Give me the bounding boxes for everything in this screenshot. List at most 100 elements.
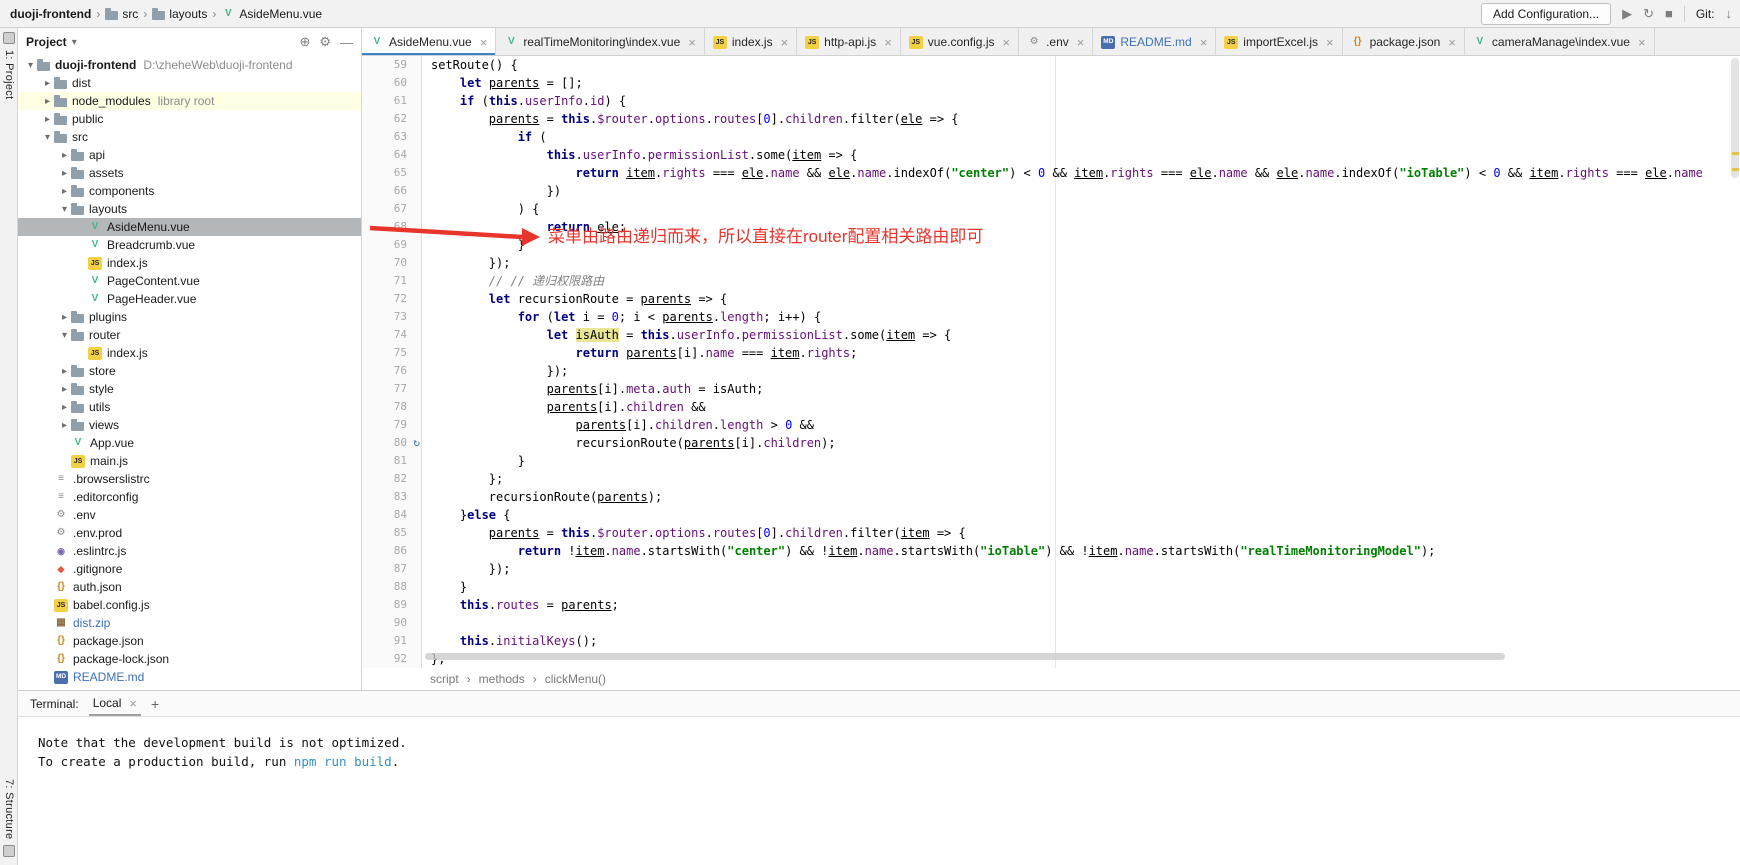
line-number-74[interactable]: 74 (362, 326, 421, 344)
tab-http-api.js[interactable]: JShttp-api.js× (797, 28, 901, 56)
code-line-81[interactable]: } (423, 452, 1740, 470)
terminal-output[interactable]: Note that the development build is not o… (18, 717, 1740, 771)
tab-.env[interactable]: ⚙.env× (1019, 28, 1093, 56)
tree-item-assets[interactable]: ▸assets (18, 164, 361, 182)
line-number-78[interactable]: 78 (362, 398, 421, 416)
line-number-83[interactable]: 83 (362, 488, 421, 506)
code-line-79[interactable]: parents[i].children.length > 0 && (423, 416, 1740, 434)
scrollbar-thumb[interactable] (1731, 58, 1739, 178)
code-line-89[interactable]: this.routes = parents; (423, 596, 1740, 614)
line-number-77[interactable]: 77 (362, 380, 421, 398)
code-line-87[interactable]: }); (423, 560, 1740, 578)
rerun-icon[interactable]: ↻ (1643, 7, 1654, 20)
code-line-63[interactable]: if ( (423, 128, 1740, 146)
close-icon[interactable]: × (1200, 35, 1208, 50)
horizontal-scrollbar[interactable] (425, 653, 1505, 660)
tree-item-dist[interactable]: ▸dist (18, 74, 361, 92)
close-icon[interactable]: × (1077, 35, 1085, 50)
gear-icon[interactable]: ⚙ (319, 34, 331, 50)
hide-panel-icon[interactable]: — (340, 35, 353, 50)
tree-item-package-lock.json[interactable]: {}package-lock.json (18, 650, 361, 668)
tree-item-router[interactable]: ▾router (18, 326, 361, 344)
tool-window-project-button[interactable]: 1: Project (3, 50, 15, 99)
chevron-down-icon[interactable]: ▾ (58, 330, 71, 341)
close-icon[interactable]: × (1638, 35, 1646, 50)
code-line-73[interactable]: for (let i = 0; i < parents.length; i++)… (423, 308, 1740, 326)
code-line-71[interactable]: // // 递归权限路由 (423, 272, 1740, 290)
code-line-78[interactable]: parents[i].children && (423, 398, 1740, 416)
tree-item-.browserslistrc[interactable]: ≡.browserslistrc (18, 470, 361, 488)
line-number-62[interactable]: 62 (362, 110, 421, 128)
code-line-83[interactable]: recursionRoute(parents); (423, 488, 1740, 506)
code-line-62[interactable]: parents = this.$router.options.routes[0]… (423, 110, 1740, 128)
tree-item-utils[interactable]: ▸utils (18, 398, 361, 416)
line-number-60[interactable]: 60 (362, 74, 421, 92)
analysis-mark[interactable] (1732, 152, 1739, 155)
tree-item-.env[interactable]: ⚙.env (18, 506, 361, 524)
line-number-67[interactable]: 67 (362, 200, 421, 218)
code-line-91[interactable]: this.initialKeys(); (423, 632, 1740, 650)
line-number-75[interactable]: 75 (362, 344, 421, 362)
line-number-65[interactable]: 65 (362, 164, 421, 182)
tree-item-store[interactable]: ▸store (18, 362, 361, 380)
project-view-selector[interactable]: Project (26, 35, 67, 49)
chevron-right-icon[interactable]: ▸ (58, 150, 71, 161)
tab-AsideMenu.vue[interactable]: VAsideMenu.vue× (362, 28, 496, 56)
line-number-66[interactable]: 66 (362, 182, 421, 200)
tool-window-icon[interactable] (3, 32, 15, 44)
tree-item-style[interactable]: ▸style (18, 380, 361, 398)
tree-item-PageHeader.vue[interactable]: VPageHeader.vue (18, 290, 361, 308)
tree-item-components[interactable]: ▸components (18, 182, 361, 200)
line-number-69[interactable]: 69 (362, 236, 421, 254)
code-line-90[interactable] (423, 614, 1740, 632)
tree-item-node_modules[interactable]: ▸node_moduleslibrary root (18, 92, 361, 110)
editor-breadcrumb-item[interactable]: clickMenu() (545, 672, 606, 686)
tree-item-dist.zip[interactable]: ▦dist.zip (18, 614, 361, 632)
line-number-61[interactable]: 61 (362, 92, 421, 110)
terminal-tab-local[interactable]: Local × (89, 692, 141, 716)
line-number-72[interactable]: 72 (362, 290, 421, 308)
code-line-80[interactable]: recursionRoute(parents[i].children); (423, 434, 1740, 452)
line-number-89[interactable]: 89 (362, 596, 421, 614)
tab-package.json[interactable]: {}package.json× (1343, 28, 1465, 56)
line-number-85[interactable]: 85 (362, 524, 421, 542)
tree-item-index.js[interactable]: JSindex.js (18, 344, 361, 362)
tree-item-package.json[interactable]: {}package.json (18, 632, 361, 650)
code-lines[interactable]: setRoute() { let parents = []; if (this.… (423, 56, 1740, 668)
close-icon[interactable]: × (1448, 35, 1456, 50)
tree-item-public[interactable]: ▸public (18, 110, 361, 128)
code-editor[interactable]: 5960616263646566676869707172737475767778… (362, 56, 1740, 668)
code-line-77[interactable]: parents[i].meta.auth = isAuth; (423, 380, 1740, 398)
locate-file-icon[interactable]: ⊕ (299, 34, 310, 50)
chevron-right-icon[interactable]: ▸ (58, 366, 71, 377)
tree-item-PageContent.vue[interactable]: VPageContent.vue (18, 272, 361, 290)
line-number-81[interactable]: 81 (362, 452, 421, 470)
code-line-69[interactable]: } (423, 236, 1740, 254)
code-line-84[interactable]: }else { (423, 506, 1740, 524)
close-icon[interactable]: × (1326, 35, 1334, 50)
chevron-down-icon[interactable]: ▾ (24, 60, 37, 71)
line-number-82[interactable]: 82 (362, 470, 421, 488)
breadcrumb-item[interactable]: duoji-frontend (10, 7, 91, 21)
vertical-scrollbar[interactable] (1730, 56, 1740, 668)
tree-item-index.js[interactable]: JSindex.js (18, 254, 361, 272)
editor-breadcrumb-item[interactable]: methods (479, 672, 525, 686)
tree-item-auth.json[interactable]: {}auth.json (18, 578, 361, 596)
tree-item-views[interactable]: ▸views (18, 416, 361, 434)
line-number-71[interactable]: 71 (362, 272, 421, 290)
tab-README.md[interactable]: MDREADME.md× (1093, 28, 1216, 56)
tree-item-AsideMenu.vue[interactable]: VAsideMenu.vue (18, 218, 361, 236)
chevron-right-icon[interactable]: ▸ (41, 96, 54, 107)
analysis-mark[interactable] (1732, 168, 1739, 171)
breadcrumb-item[interactable]: src (105, 7, 138, 21)
tab-cameraManage\index.vue[interactable]: VcameraManage\index.vue× (1465, 28, 1655, 56)
tree-item-api[interactable]: ▸api (18, 146, 361, 164)
chevron-right-icon[interactable]: ▸ (41, 114, 54, 125)
run-icon[interactable]: ▶ (1622, 7, 1632, 20)
code-line-82[interactable]: }; (423, 470, 1740, 488)
line-number-84[interactable]: 84 (362, 506, 421, 524)
code-line-72[interactable]: let recursionRoute = parents => { (423, 290, 1740, 308)
line-number-86[interactable]: 86 (362, 542, 421, 560)
tree-item-.editorconfig[interactable]: ≡.editorconfig (18, 488, 361, 506)
git-update-icon[interactable]: ↓ (1726, 7, 1733, 20)
